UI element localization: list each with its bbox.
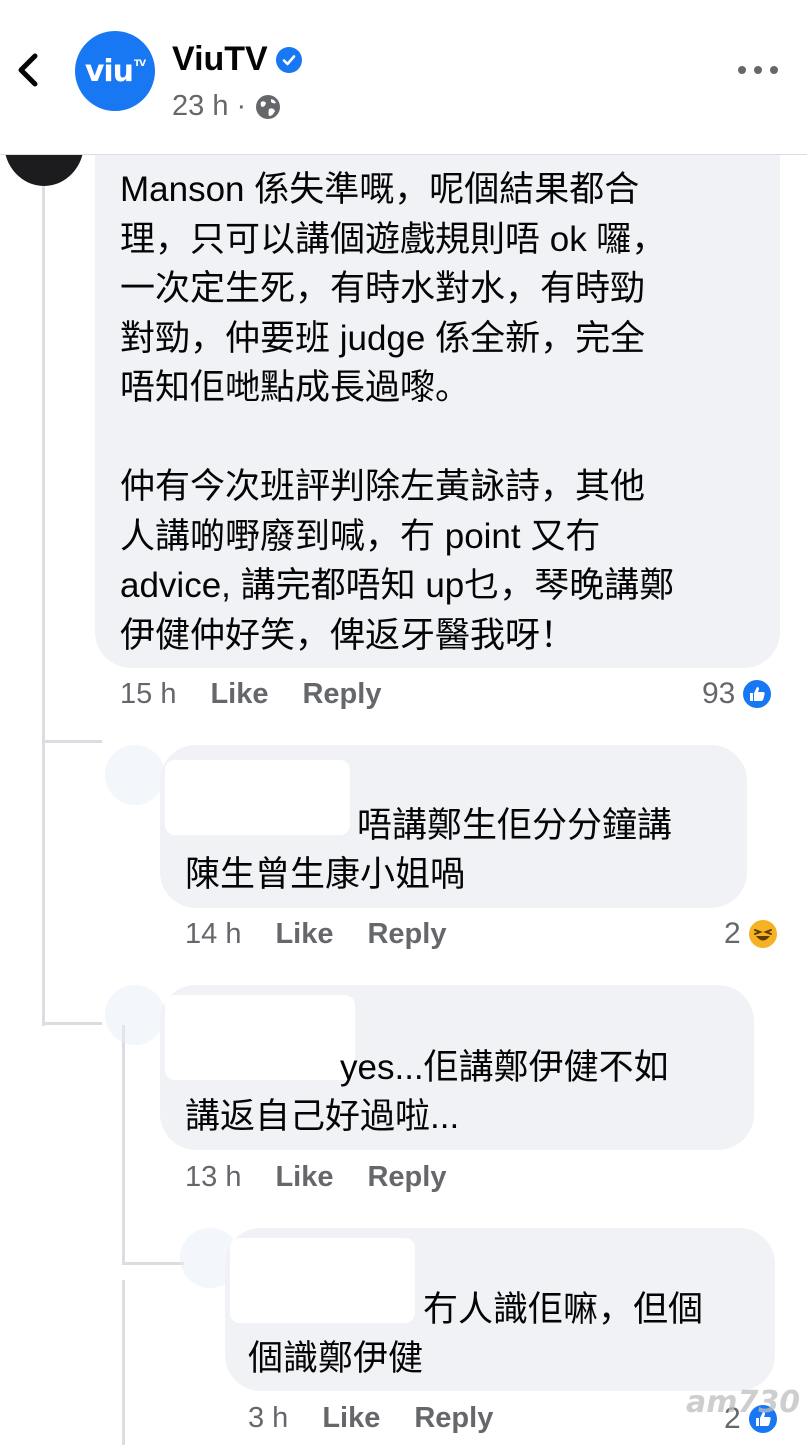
- post-header: viu TV ViuTV 23 h ·: [0, 0, 807, 155]
- comment-actions: 13 h Like Reply: [185, 1161, 480, 1194]
- comment-line: yes...佢講鄭伊健不如: [340, 1048, 669, 1087]
- thread-line: [42, 186, 45, 1026]
- like-button[interactable]: Like: [275, 1161, 333, 1194]
- reaction-summary[interactable]: 2: [724, 917, 779, 951]
- back-button[interactable]: [10, 48, 46, 92]
- thread-line: [42, 1022, 102, 1025]
- redacted-name: [165, 995, 355, 1080]
- like-button[interactable]: Like: [275, 918, 333, 951]
- post-time[interactable]: 23 h: [172, 90, 228, 123]
- thread-line: [122, 1262, 184, 1265]
- thread-line: [122, 1025, 125, 1265]
- redacted-name: [230, 1238, 415, 1323]
- comment-actions: 3 h Like Reply: [248, 1402, 527, 1435]
- post-meta: 23 h ·: [172, 90, 282, 123]
- chevron-left-icon: [18, 53, 38, 87]
- globe-icon: [256, 94, 281, 119]
- comment-line: 唔講鄭生佢分分鐘講: [357, 806, 673, 845]
- page-name[interactable]: ViuTV: [172, 40, 268, 79]
- comment-line: 人講啲嘢廢到喊，冇 point 又冇: [120, 516, 601, 556]
- watermark-logo: am730: [686, 1385, 801, 1420]
- like-button[interactable]: Like: [210, 678, 268, 711]
- more-options-button[interactable]: [738, 60, 778, 80]
- comment-line: advice, 講完都唔知 up乜，琴晚講鄭: [120, 566, 675, 605]
- comment-line: 理，只可以講個遊戲規則唔 ok 囉，: [120, 219, 667, 259]
- verified-badge-icon: [275, 46, 302, 73]
- comment-time[interactable]: 14 h: [185, 918, 241, 951]
- comment-line: 陳生曾生康小姐喎: [185, 855, 466, 894]
- like-button[interactable]: Like: [322, 1402, 380, 1435]
- comment-actions: 14 h Like Reply: [185, 918, 480, 951]
- more-dot: [754, 66, 762, 74]
- more-dot: [770, 66, 778, 74]
- comment-line: 個識鄭伊健: [248, 1339, 424, 1378]
- redacted-name: [165, 760, 350, 835]
- comment-line: 對勁，仲要班 judge 係全新，完全: [120, 318, 646, 358]
- meta-separator: ·: [236, 90, 247, 122]
- thread-line: [42, 740, 102, 743]
- haha-reaction-icon: [746, 918, 779, 950]
- redacted-avatar: [105, 745, 165, 805]
- redacted-avatar: [105, 985, 165, 1045]
- comment-line: 唔知佢哋點成長過嚟。: [120, 368, 471, 407]
- comment-line: 仲有今次班評判除左黃詠詩，其他: [120, 467, 646, 506]
- reply-button[interactable]: Reply: [414, 1402, 493, 1435]
- avatar-logo-text: viu: [84, 53, 134, 89]
- comment-line: 講返自己好過啦...: [185, 1097, 460, 1136]
- reply-button[interactable]: Reply: [367, 918, 446, 951]
- like-reaction-icon: [741, 678, 774, 710]
- more-dot: [738, 66, 746, 74]
- reaction-count: 2: [724, 917, 741, 950]
- reply-button[interactable]: Reply: [302, 678, 381, 711]
- comment-time[interactable]: 15 h: [120, 678, 176, 711]
- comment-line: Manson 係失準嘅，呢個結果都合: [120, 170, 640, 209]
- comment-time[interactable]: 13 h: [185, 1161, 241, 1194]
- comment-time[interactable]: 3 h: [248, 1402, 288, 1435]
- comment-line: 冇人識佢嘛，但個: [423, 1290, 704, 1329]
- page-avatar[interactable]: viu TV: [75, 31, 155, 111]
- comment-line: 一次定生死，有時水對水，有時勁: [120, 269, 646, 308]
- thread-line: [122, 1280, 125, 1445]
- reply-button[interactable]: Reply: [367, 1161, 446, 1194]
- comment-actions: 15 h Like Reply: [120, 678, 415, 711]
- comment-line: 伊健仲好笑，俾返牙醫我呀！: [120, 615, 576, 655]
- avatar-logo-sup: TV: [134, 59, 146, 69]
- reaction-summary[interactable]: 93: [702, 677, 774, 711]
- reaction-count: 93: [702, 677, 736, 710]
- page-name-row: ViuTV: [172, 40, 302, 79]
